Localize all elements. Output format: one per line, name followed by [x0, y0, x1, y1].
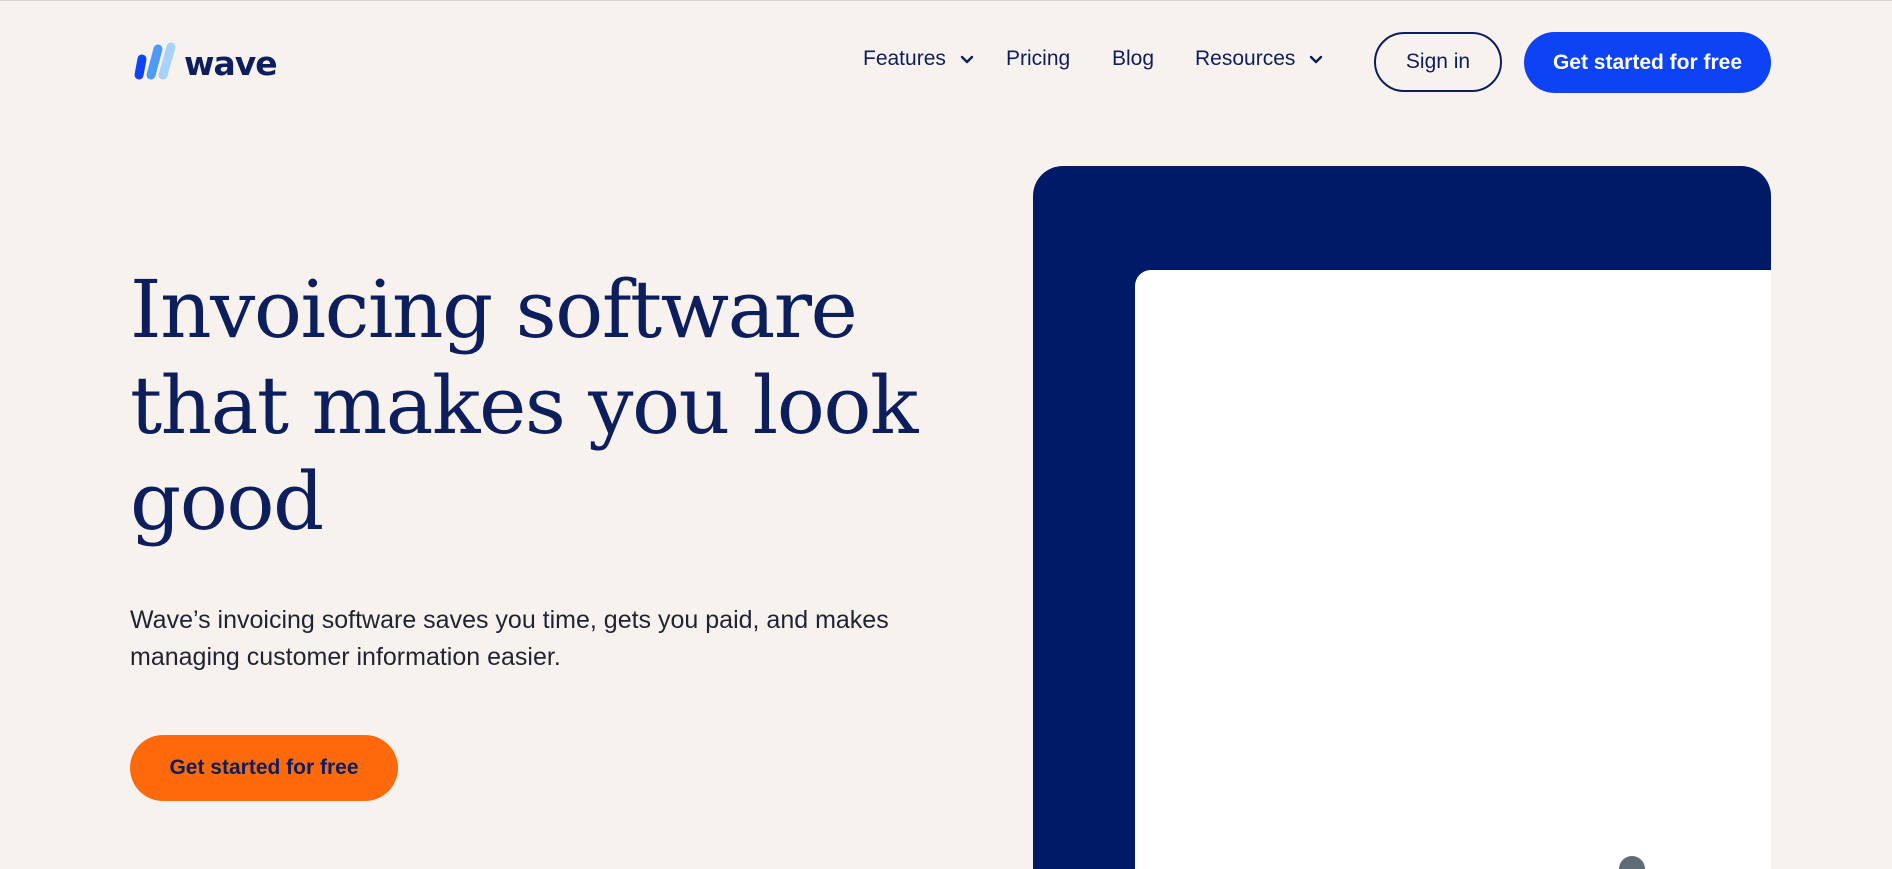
hero-illustration [1033, 166, 1771, 869]
wave-logo-icon [130, 41, 178, 85]
hero-title: Invoicing software that makes you look g… [130, 263, 919, 548]
hero-subtitle: Wave’s invoicing software saves you time… [130, 606, 889, 671]
sign-in-button[interactable]: Sign in [1374, 32, 1502, 92]
nav-features[interactable]: Features [863, 47, 974, 71]
nav-features-label: Features [863, 47, 946, 70]
nav-resources-label: Resources [1195, 47, 1296, 70]
nav-blog[interactable]: Blog [1112, 47, 1154, 71]
top-divider [0, 0, 1892, 1]
nav-blog-label: Blog [1112, 47, 1155, 70]
nav-pricing-label: Pricing [1006, 47, 1071, 70]
chevron-down-icon [960, 47, 974, 71]
wave-logo-text: wave [184, 43, 278, 83]
get-started-hero-button[interactable]: Get started for free [130, 735, 398, 801]
get-started-header-button[interactable]: Get started for free [1524, 32, 1771, 93]
nav-resources[interactable]: Resources [1195, 47, 1323, 71]
chevron-down-icon [1309, 47, 1323, 71]
invoice-preview-card [1135, 270, 1771, 869]
nav-pricing[interactable]: Pricing [1006, 47, 1070, 71]
wave-logo[interactable]: wave [130, 40, 278, 86]
